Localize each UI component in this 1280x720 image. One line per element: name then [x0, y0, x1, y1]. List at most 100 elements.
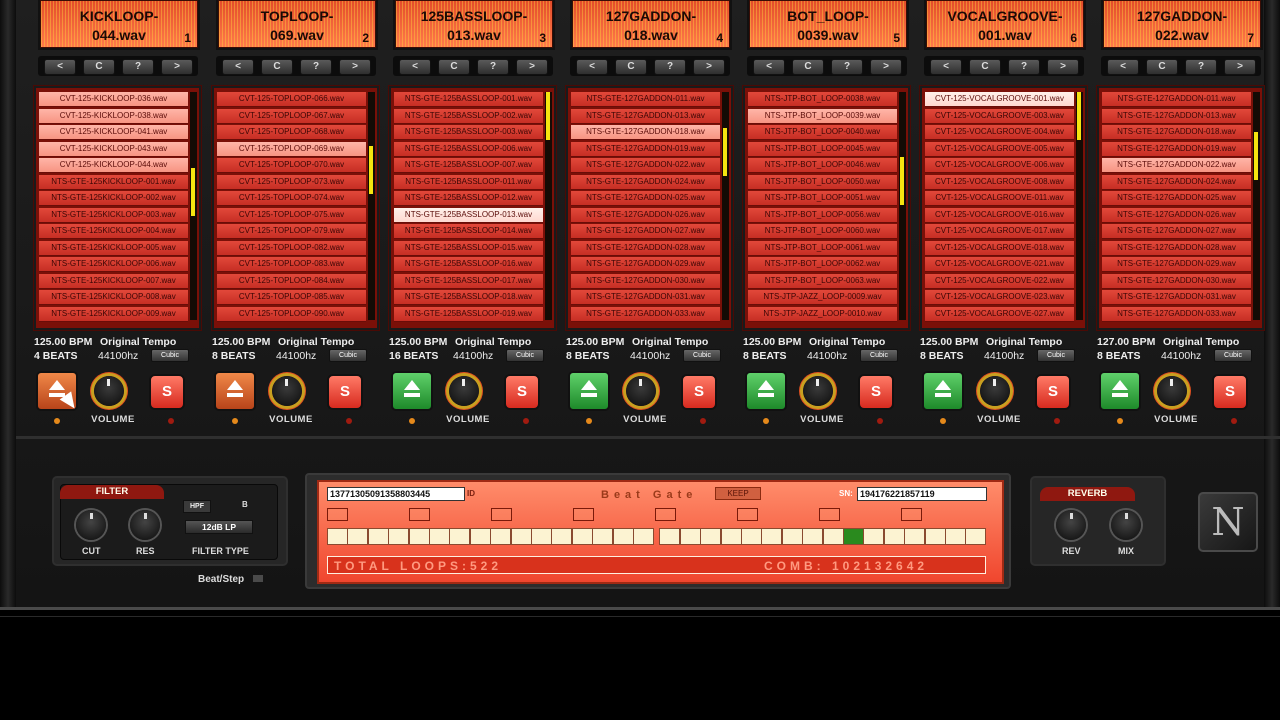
file-list-item[interactable]: NTS-GTE-125BASSLOOP-015.wav [394, 240, 543, 256]
hpf-button[interactable]: HPF [183, 500, 211, 513]
prev-button[interactable]: < [1107, 59, 1139, 75]
file-list-item[interactable]: NTS-GTE-127GADDON-022.wav [1102, 158, 1251, 173]
file-list-item[interactable]: NTS-GTE-127GADDON-025.wav [571, 191, 720, 206]
file-list[interactable]: NTS-JTP-BOT_LOOP-0038.wav NTS-JTP-BOT_LOO… [743, 86, 910, 330]
file-list-item[interactable]: CVT-125-VOCALGROOVE-001.wav [925, 92, 1074, 107]
file-list[interactable]: NTS-GTE-127GADDON-011.wav NTS-GTE-127GADD… [566, 86, 733, 330]
waveform-display[interactable]: 125BASSLOOP- 013.wav 3 [395, 0, 553, 48]
file-list-item[interactable]: NTS-GTE-127GADDON-024.wav [1102, 174, 1251, 190]
b-button[interactable]: B [242, 500, 248, 509]
file-list-item[interactable]: NTS-JTP-BOT_LOOP-0050.wav [748, 174, 897, 190]
beat-step-indicator[interactable] [253, 575, 263, 582]
random-button[interactable]: ? [122, 59, 154, 75]
file-list-item[interactable]: NTS-JTP-BOT_LOOP-0051.wav [748, 191, 897, 206]
next-button[interactable]: > [870, 59, 902, 75]
file-list-item[interactable]: CVT-125-KICKLOOP-038.wav [39, 108, 188, 124]
file-list-item[interactable]: CVT-125-TOPLOOP-090.wav [217, 306, 366, 322]
volume-knob[interactable] [803, 376, 833, 406]
file-list-item[interactable]: NTS-GTE-125BASSLOOP-006.wav [394, 141, 543, 157]
waveform-display[interactable]: VOCALGROOVE- 001.wav 6 [926, 0, 1084, 48]
file-list-item[interactable]: NTS-JTP-BOT_LOOP-0060.wav [748, 224, 897, 239]
gate-step[interactable] [659, 528, 681, 545]
gate-step[interactable] [469, 528, 491, 545]
interpolation-button[interactable]: Cubic [329, 349, 367, 362]
file-list-item[interactable]: NTS-GTE-127GADDON-027.wav [571, 224, 720, 239]
gate-step[interactable] [347, 528, 369, 545]
random-button[interactable]: ? [1008, 59, 1040, 75]
file-list-item[interactable]: NTS-GTE-127GADDON-019.wav [1102, 141, 1251, 157]
file-list-item[interactable]: CVT-125-KICKLOOP-041.wav [39, 125, 188, 140]
file-list-item[interactable]: NTS-GTE-127GADDON-011.wav [1102, 92, 1251, 107]
volume-knob[interactable] [449, 376, 479, 406]
file-list-scrollbar[interactable] [190, 92, 197, 320]
clear-button[interactable]: C [438, 59, 470, 75]
file-list-item[interactable]: CVT-125-TOPLOOP-074.wav [217, 191, 366, 206]
file-list-item[interactable]: NTS-GTE-125KICKLOOP-009.wav [39, 306, 188, 322]
file-list-scrollbar[interactable] [1076, 92, 1083, 320]
solo-button[interactable]: S [1212, 374, 1248, 410]
random-button[interactable]: ? [1185, 59, 1217, 75]
file-list-item[interactable]: NTS-JTP-BOT_LOOP-0062.wav [748, 257, 897, 272]
filter-type-selector[interactable]: 12dB LP [185, 520, 253, 534]
file-list-item[interactable]: CVT-125-VOCALGROOVE-006.wav [925, 158, 1074, 173]
file-list-item[interactable]: CVT-125-TOPLOOP-066.wav [217, 92, 366, 107]
file-list-item[interactable]: NTS-GTE-127GADDON-030.wav [1102, 273, 1251, 289]
file-list-item[interactable]: NTS-GTE-125KICKLOOP-003.wav [39, 207, 188, 223]
res-knob[interactable] [130, 510, 160, 540]
random-button[interactable]: ? [831, 59, 863, 75]
scroll-thumb[interactable] [191, 168, 195, 216]
prev-button[interactable]: < [576, 59, 608, 75]
random-button[interactable]: ? [477, 59, 509, 75]
prev-button[interactable]: < [753, 59, 785, 75]
volume-knob[interactable] [94, 376, 124, 406]
file-list-item[interactable]: NTS-JTP-JAZZ_LOOP-0009.wav [748, 290, 897, 305]
solo-button[interactable]: S [681, 374, 717, 410]
file-list-item[interactable]: CVT-125-TOPLOOP-083.wav [217, 257, 366, 272]
file-list-item[interactable]: NTS-JTP-BOT_LOOP-0056.wav [748, 207, 897, 223]
file-list-item[interactable]: NTS-GTE-125KICKLOOP-007.wav [39, 273, 188, 289]
file-list-item[interactable]: CVT-125-VOCALGROOVE-003.wav [925, 108, 1074, 124]
scroll-thumb[interactable] [723, 128, 727, 176]
clear-button[interactable]: C [83, 59, 115, 75]
file-list-item[interactable]: NTS-GTE-127GADDON-031.wav [571, 290, 720, 305]
next-button[interactable]: > [339, 59, 371, 75]
interpolation-button[interactable]: Cubic [860, 349, 898, 362]
gate-marker[interactable] [491, 508, 512, 521]
clear-button[interactable]: C [792, 59, 824, 75]
file-list-item[interactable]: CVT-125-VOCALGROOVE-016.wav [925, 207, 1074, 223]
gate-step[interactable] [741, 528, 762, 545]
mix-knob[interactable] [1111, 510, 1141, 540]
next-button[interactable]: > [516, 59, 548, 75]
volume-knob[interactable] [626, 376, 656, 406]
original-tempo-label[interactable]: Original Tempo [1163, 336, 1239, 348]
gate-marker[interactable] [737, 508, 758, 521]
original-tempo-label[interactable]: Original Tempo [809, 336, 885, 348]
file-list-item[interactable]: NTS-GTE-127GADDON-027.wav [1102, 224, 1251, 239]
load-eject-button[interactable] [1099, 371, 1141, 411]
volume-knob[interactable] [980, 376, 1010, 406]
solo-button[interactable]: S [1035, 374, 1071, 410]
file-list-item[interactable]: NTS-GTE-125BASSLOOP-019.wav [394, 306, 543, 322]
file-list-item[interactable]: CVT-125-KICKLOOP-044.wav [39, 158, 188, 173]
file-list-item[interactable]: CVT-125-VOCALGROOVE-004.wav [925, 125, 1074, 140]
waveform-display[interactable]: 127GADDON- 022.wav 7 [1103, 0, 1261, 48]
file-list-item[interactable]: NTS-GTE-127GADDON-024.wav [571, 174, 720, 190]
file-list-item[interactable]: CVT-125-VOCALGROOVE-022.wav [925, 273, 1074, 289]
file-list-item[interactable]: CVT-125-VOCALGROOVE-018.wav [925, 240, 1074, 256]
clear-button[interactable]: C [1146, 59, 1178, 75]
gate-step[interactable] [571, 528, 593, 545]
solo-button[interactable]: S [858, 374, 894, 410]
file-list-item[interactable]: NTS-GTE-125BASSLOOP-012.wav [394, 191, 543, 206]
file-list-item[interactable]: NTS-GTE-127GADDON-028.wav [1102, 240, 1251, 256]
gate-marker[interactable] [819, 508, 840, 521]
file-list-item[interactable]: CVT-125-TOPLOOP-070.wav [217, 158, 366, 173]
file-list-item[interactable]: NTS-GTE-125KICKLOOP-004.wav [39, 224, 188, 239]
interpolation-button[interactable]: Cubic [151, 349, 189, 362]
gate-step[interactable] [551, 528, 573, 545]
prev-button[interactable]: < [222, 59, 254, 75]
gate-step[interactable] [904, 528, 926, 545]
interpolation-button[interactable]: Cubic [506, 349, 544, 362]
file-list-item[interactable]: NTS-GTE-125KICKLOOP-006.wav [39, 257, 188, 272]
load-eject-button[interactable] [214, 371, 256, 411]
file-list-item[interactable]: NTS-GTE-125BASSLOOP-002.wav [394, 108, 543, 124]
